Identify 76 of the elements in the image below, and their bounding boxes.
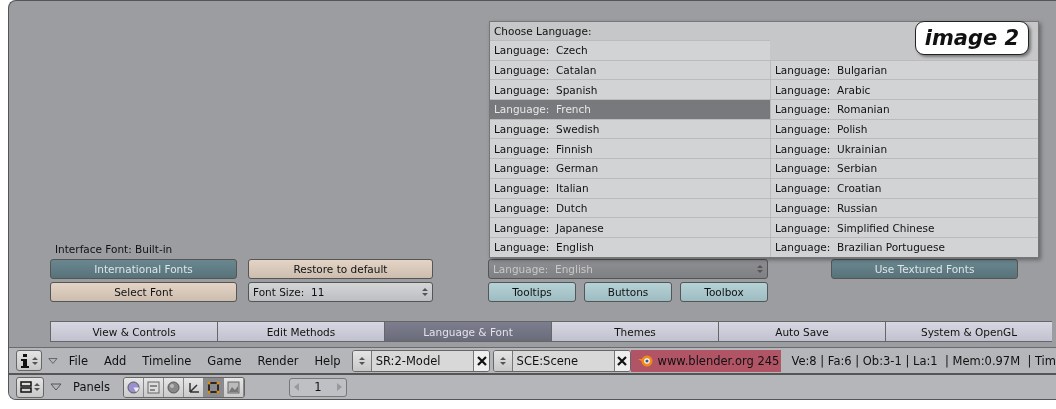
- language-option[interactable]: Language: English: [490, 236, 770, 257]
- up-down-arrows-icon: [32, 355, 38, 366]
- menu-item[interactable]: Help: [309, 353, 346, 368]
- panel-tab[interactable]: [164, 377, 184, 397]
- up-down-arrows-icon: [422, 287, 428, 298]
- select-font-button[interactable]: Select Font: [50, 282, 237, 303]
- language-option[interactable]: Language: Czech: [490, 40, 770, 60]
- menu-item[interactable]: Add: [99, 353, 132, 368]
- up-down-arrows-icon: [34, 382, 40, 393]
- logo-icon: [636, 354, 653, 368]
- language-option[interactable]: Language: Simplified Chinese: [770, 217, 1038, 237]
- version-text: www.blender.org 245: [657, 353, 780, 368]
- restore-default-button[interactable]: Restore to default: [248, 259, 433, 280]
- use-textured-fonts-toggle[interactable]: Use Textured Fonts: [831, 259, 1018, 280]
- language-option[interactable]: Language: Brazilian Portuguese: [770, 236, 1038, 257]
- screen-field[interactable]: SR:2-Model: [351, 349, 490, 372]
- language-option[interactable]: Language: Polish: [770, 118, 1038, 139]
- scene-field[interactable]: SCE:Scene: [492, 349, 631, 372]
- preferences-tab[interactable]: View & Controls: [50, 321, 217, 343]
- menu-item[interactable]: Game: [202, 353, 247, 368]
- language-option[interactable]: Language: Serbian: [770, 158, 1038, 178]
- font-size-field[interactable]: Font Size: 11: [248, 282, 433, 303]
- triangle-icon[interactable]: [48, 356, 58, 365]
- language-option[interactable]: Language: Finnish: [490, 138, 770, 159]
- language-option[interactable]: Language: French: [490, 99, 770, 119]
- panel-tab[interactable]: [124, 377, 144, 397]
- language-option[interactable]: Language: Swedish: [490, 118, 770, 139]
- axes-icon: [187, 380, 200, 394]
- editor-type-button[interactable]: [16, 350, 42, 372]
- language-option[interactable]: Language: Romanian: [770, 99, 1038, 119]
- menu-item[interactable]: Render: [252, 353, 304, 368]
- preferences-tab[interactable]: Themes: [551, 321, 718, 343]
- language-option[interactable]: Language: Croatian: [770, 177, 1038, 198]
- menu-title: Choose Language:: [493, 24, 593, 39]
- language-option[interactable]: Language: German: [490, 158, 770, 178]
- language-option[interactable]: Language: Bulgarian: [770, 59, 1038, 80]
- language-option[interactable]: Language: Japanese: [490, 217, 770, 237]
- international-fonts-toggle[interactable]: International Fonts: [50, 259, 237, 280]
- square-vertices-icon: [207, 380, 220, 394]
- up-down-arrows-icon: [499, 355, 506, 366]
- language-option[interactable]: Language: Catalan: [490, 59, 770, 80]
- translate-toggle[interactable]: Toolbox: [680, 282, 768, 303]
- close-icon: [617, 355, 628, 366]
- image-label-badge: image 2: [915, 21, 1029, 55]
- menu-item[interactable]: Timeline: [137, 353, 197, 368]
- panel-tab[interactable]: [204, 377, 224, 397]
- panel-tab[interactable]: [184, 377, 204, 397]
- panel-tab[interactable]: [144, 377, 164, 397]
- language-option[interactable]: Language: Italian: [490, 177, 770, 198]
- preferences-tab[interactable]: System & OpenGL: [885, 321, 1052, 343]
- triangle-icon[interactable]: [50, 383, 62, 392]
- language-option[interactable]: Language: Dutch: [490, 197, 770, 218]
- image-icon: [227, 380, 240, 394]
- language-option[interactable]: Language: Spanish: [490, 79, 770, 100]
- up-down-arrows-icon: [358, 355, 365, 366]
- up-down-arrows-icon: [757, 264, 763, 275]
- layout-icon: [20, 381, 32, 394]
- panel-tab[interactable]: [224, 377, 244, 397]
- translate-toggle[interactable]: Tooltips: [488, 282, 576, 303]
- scene-stats: Ve:8 | Fa:6 | Ob:3-1 | La:1 | Mem:0.97M | Tim: [790, 353, 1056, 368]
- language-option[interactable]: Language: Russian: [770, 197, 1038, 218]
- info-icon: [20, 353, 30, 368]
- pie-icon: [127, 380, 140, 394]
- language-option[interactable]: Language: Arabic: [770, 79, 1038, 100]
- sphere-icon: [167, 380, 180, 394]
- translate-toggle[interactable]: Buttons: [584, 282, 672, 303]
- menu-item[interactable]: File: [63, 353, 94, 368]
- panels-menu[interactable]: Panels: [68, 380, 115, 395]
- preferences-tab[interactable]: Language & Font: [384, 321, 551, 343]
- language-option[interactable]: Language: Ukrainian: [770, 138, 1038, 159]
- close-icon: [476, 355, 487, 366]
- editor-type-button[interactable]: [16, 376, 44, 398]
- panel-icon: [147, 380, 160, 394]
- preferences-tab[interactable]: Edit Methods: [217, 321, 384, 343]
- preferences-tab[interactable]: Auto Save: [718, 321, 885, 343]
- interface-font-label: Interface Font: Built-in: [54, 243, 174, 257]
